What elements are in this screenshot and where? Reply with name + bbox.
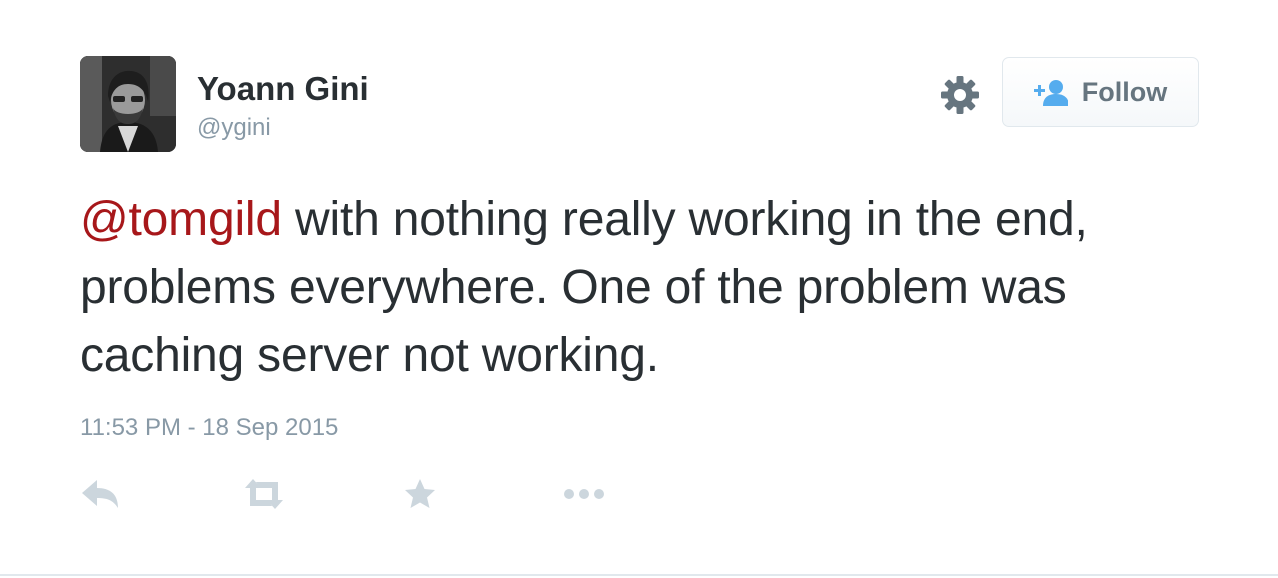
tweet-timestamp[interactable]: 11:53 PM - 18 Sep 2015 <box>80 414 338 442</box>
more-icon[interactable] <box>562 476 606 512</box>
mention-link[interactable]: @tomgild <box>80 193 282 246</box>
author-name[interactable]: Yoann Gini <box>197 70 369 108</box>
reply-icon[interactable] <box>80 476 120 512</box>
add-user-icon <box>1033 80 1068 106</box>
retweet-icon[interactable] <box>242 476 286 512</box>
user-photo <box>80 56 176 152</box>
star-icon[interactable] <box>402 476 438 512</box>
divider <box>0 574 1278 576</box>
tweet-card: Yoann Gini @ygini Follow @tomgild with n… <box>0 0 1278 578</box>
tweet-text: @tomgild with nothing really working in … <box>80 186 1210 390</box>
follow-label: Follow <box>1081 76 1168 107</box>
author-handle[interactable]: @ygini <box>197 114 271 142</box>
gear-icon[interactable] <box>939 74 981 116</box>
avatar[interactable] <box>80 56 176 152</box>
follow-button[interactable]: Follow <box>1002 57 1199 127</box>
